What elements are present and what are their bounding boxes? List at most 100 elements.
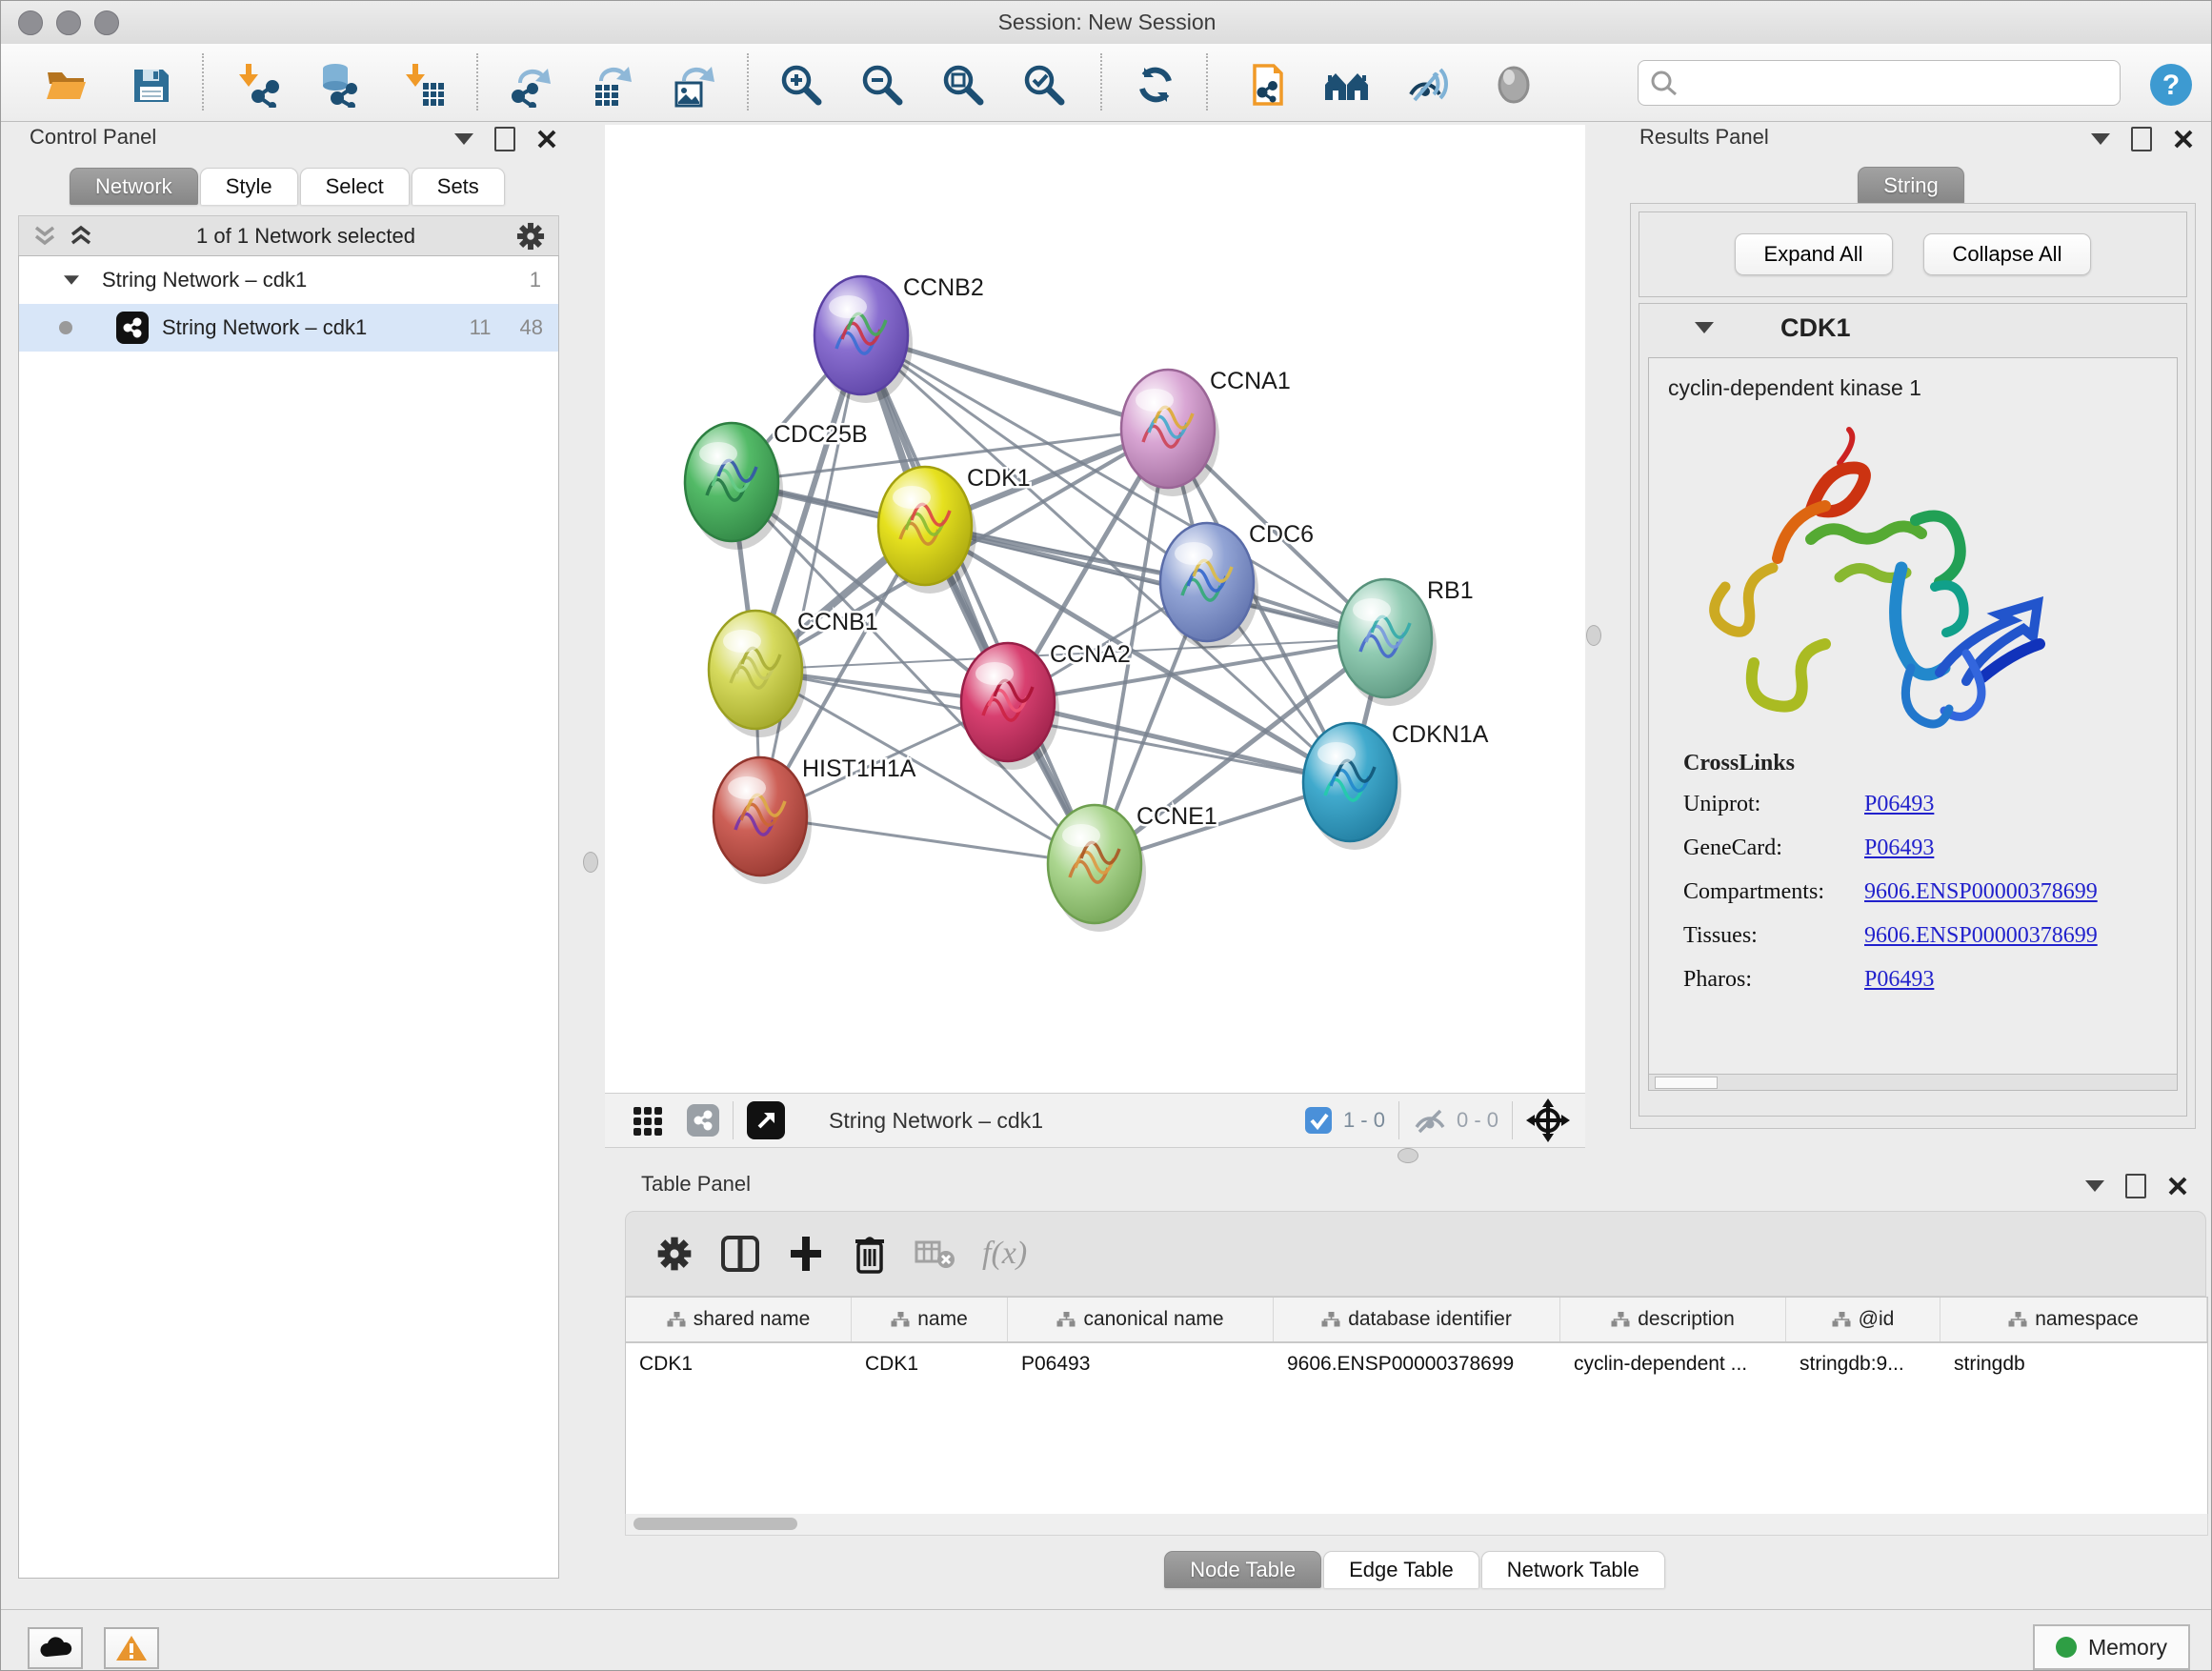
right-splitter-handle[interactable] [1586, 625, 1601, 646]
column-header-@id[interactable]: @id [1786, 1298, 1941, 1341]
export-image-button[interactable] [667, 60, 716, 110]
tab-network[interactable]: Network [70, 168, 198, 205]
gene-header-row[interactable]: CDK1 [1639, 304, 2186, 352]
table-hscrollbar[interactable] [625, 1514, 2208, 1536]
results-hscroll-thumb[interactable] [1655, 1077, 1718, 1089]
table-cell[interactable]: stringdb:9... [1786, 1353, 1941, 1376]
node-label-CCNA2: CCNA2 [1050, 641, 1131, 668]
toolbar-separator [733, 1101, 734, 1139]
save-session-button[interactable] [127, 60, 176, 110]
gear-icon[interactable] [514, 220, 547, 252]
tab-string[interactable]: String [1858, 167, 1963, 204]
import-network-file-button[interactable] [233, 60, 283, 110]
table-cell[interactable]: CDK1 [852, 1353, 1008, 1376]
toolbar-separator [1512, 1101, 1513, 1139]
collapse-all-icon[interactable] [32, 224, 61, 249]
column-header-canonical-name[interactable]: canonical name [1008, 1298, 1274, 1341]
crosslink-value-link[interactable]: P06493 [1864, 792, 1934, 817]
control-panel-float-button[interactable] [454, 133, 473, 145]
tab-style[interactable]: Style [200, 168, 298, 205]
show-columns-icon[interactable] [719, 1233, 761, 1275]
zoom-in-button[interactable] [776, 60, 826, 110]
results-hscrollbar[interactable] [1649, 1074, 2177, 1090]
column-header-name[interactable]: name [852, 1298, 1008, 1341]
string-document-button[interactable] [1239, 60, 1289, 110]
column-header-shared-name[interactable]: shared name [626, 1298, 852, 1341]
import-network-database-button[interactable] [314, 60, 364, 110]
grid-view-icon[interactable] [632, 1103, 666, 1137]
warning-status-button[interactable] [104, 1627, 159, 1669]
search-icon [1648, 69, 1686, 97]
tree-expand-icon[interactable] [64, 275, 79, 285]
zoom-fit-button[interactable] [938, 60, 988, 110]
table-cell[interactable]: P06493 [1008, 1353, 1274, 1376]
crosslink-value-link[interactable]: 9606.ENSP00000378699 [1864, 879, 2098, 905]
collapse-all-button[interactable]: Collapse All [1923, 233, 2092, 275]
table-panel-close-button[interactable] [2167, 1176, 2188, 1197]
table-cell[interactable]: stringdb [1941, 1353, 2207, 1376]
control-panel-maximize-button[interactable] [494, 127, 515, 151]
tab-sets[interactable]: Sets [412, 168, 505, 205]
table-panel-maximize-button[interactable] [2125, 1174, 2146, 1198]
edge-CDK1-RB1[interactable] [925, 526, 1385, 638]
expand-all-button[interactable]: Expand All [1735, 233, 1893, 275]
apply-layout-button[interactable] [1131, 60, 1180, 110]
network-list-header: 1 of 1 Network selected [18, 215, 559, 256]
delete-column-icon[interactable] [851, 1232, 889, 1276]
table-panel-float-button[interactable] [2085, 1180, 2104, 1192]
enhanced-graphics-button[interactable] [1403, 60, 1453, 110]
crosslink-value-link[interactable]: P06493 [1864, 836, 1934, 861]
search-input[interactable] [1686, 70, 2120, 96]
results-panel-float-button[interactable] [2091, 133, 2110, 145]
network-share-icon[interactable] [687, 1104, 719, 1137]
network-row-selected[interactable]: String Network – cdk1 11 48 [19, 304, 558, 352]
export-network-button[interactable] [505, 60, 554, 110]
results-panel: Results Panel String Expand All Collapse… [1620, 125, 2203, 1130]
table-cell[interactable]: cyclin-dependent ... [1560, 1353, 1786, 1376]
toolbar-separator [1398, 1101, 1399, 1139]
control-panel-close-button[interactable] [536, 129, 557, 150]
crosslink-value-link[interactable]: P06493 [1864, 967, 1934, 993]
left-splitter-handle[interactable] [583, 852, 598, 873]
node-table[interactable]: shared namenamecanonical namedatabase id… [625, 1297, 2208, 1516]
table-hscroll-thumb[interactable] [633, 1518, 797, 1530]
help-button[interactable]: ? [2146, 60, 2196, 110]
results-panel-close-button[interactable] [2173, 129, 2194, 150]
network-graph[interactable]: CCNB2CCNA1CDC25BCDK1CDC6RB1CCNB1CCNA2CDK… [605, 125, 1585, 1093]
open-in-window-icon[interactable] [747, 1101, 785, 1139]
string-home-button[interactable] [1322, 60, 1372, 110]
table-cell[interactable]: CDK1 [626, 1353, 852, 1376]
expand-all-icon[interactable] [69, 224, 97, 249]
network-collection-row[interactable]: String Network – cdk1 1 [19, 256, 558, 304]
edge-CCNB2-HIST1H1A[interactable] [760, 335, 861, 816]
column-header-namespace[interactable]: namespace [1941, 1298, 2207, 1341]
open-session-button[interactable] [41, 60, 90, 110]
import-table-file-button[interactable] [400, 60, 450, 110]
add-column-icon[interactable] [786, 1233, 826, 1275]
edge-CCNB2-CCNE1[interactable] [861, 335, 1095, 864]
table-row[interactable]: CDK1CDK1P064939606.ENSP00000378699cyclin… [626, 1343, 2207, 1385]
selected-checkbox-icon[interactable] [1303, 1105, 1334, 1136]
tab-node-table[interactable]: Node Table [1164, 1551, 1321, 1588]
network-view[interactable]: CCNB2CCNA1CDC25BCDK1CDC6RB1CCNB1CCNA2CDK… [605, 125, 1585, 1093]
zoom-selected-button[interactable] [1019, 60, 1069, 110]
cloud-status-button[interactable] [28, 1627, 83, 1669]
gene-collapse-icon[interactable] [1695, 322, 1714, 333]
tab-network-table[interactable]: Network Table [1481, 1551, 1665, 1588]
toolbar-separator [747, 53, 749, 111]
hidden-eye-icon[interactable] [1413, 1106, 1449, 1135]
tab-select[interactable]: Select [300, 168, 410, 205]
zoom-out-button[interactable] [857, 60, 907, 110]
table-gear-icon[interactable] [654, 1234, 694, 1274]
crosslink-value-link[interactable]: 9606.ENSP00000378699 [1864, 923, 2098, 949]
results-panel-maximize-button[interactable] [2131, 127, 2152, 151]
export-table-button[interactable] [586, 60, 635, 110]
search-box[interactable] [1638, 60, 2121, 106]
tab-edge-table[interactable]: Edge Table [1323, 1551, 1479, 1588]
column-header-description[interactable]: description [1560, 1298, 1786, 1341]
memory-button[interactable]: Memory [2033, 1624, 2190, 1670]
birdseye-navigator-icon[interactable] [1526, 1098, 1570, 1142]
column-header-database-identifier[interactable]: database identifier [1274, 1298, 1560, 1341]
table-cell[interactable]: 9606.ENSP00000378699 [1274, 1353, 1560, 1376]
graphics-details-button[interactable] [1489, 60, 1538, 110]
